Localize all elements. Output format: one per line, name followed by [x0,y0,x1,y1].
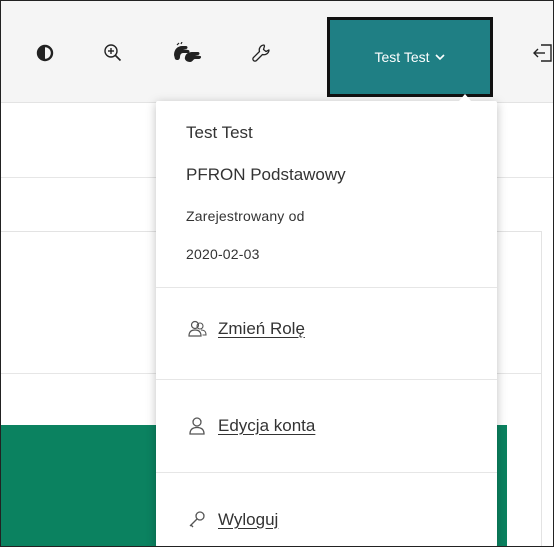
registered-label: Zarejestrowany od [186,208,305,224]
sign-language-icon[interactable] [171,41,203,65]
login-icon[interactable] [527,41,553,65]
edit-account-label: Edycja konta [218,416,316,435]
registered-date: 2020-02-03 [186,246,260,262]
settings-wrench-icon[interactable] [245,41,277,65]
account-dropdown: Test Test PFRON Podstawowy Zarejestrowan… [156,101,497,546]
chevron-down-icon [434,52,446,62]
key-icon [186,509,208,531]
logout-label: Wyloguj [218,510,279,529]
change-role-label: Zmień Rolę [218,319,305,338]
app-window: Test Test Test Test PFRON Podstawowy Zar… [0,0,554,547]
user-name: Test Test [186,123,253,142]
change-role-link[interactable]: Zmień Rolę [186,318,305,340]
edit-account-link[interactable]: Edycja konta [186,415,315,437]
top-toolbar: Test Test [1,1,553,103]
dropdown-caret [459,94,471,101]
user-icon [186,415,208,437]
dropdown-divider [156,287,497,288]
account-name-label: Test Test [374,49,430,65]
contrast-icon[interactable] [29,41,61,65]
account-menu-button[interactable]: Test Test [327,17,493,97]
users-icon [186,318,208,340]
zoom-in-icon[interactable] [97,41,129,65]
dropdown-divider [156,472,497,473]
logout-link[interactable]: Wyloguj [186,509,278,531]
dropdown-divider [156,379,497,380]
user-role: PFRON Podstawowy [186,165,346,184]
